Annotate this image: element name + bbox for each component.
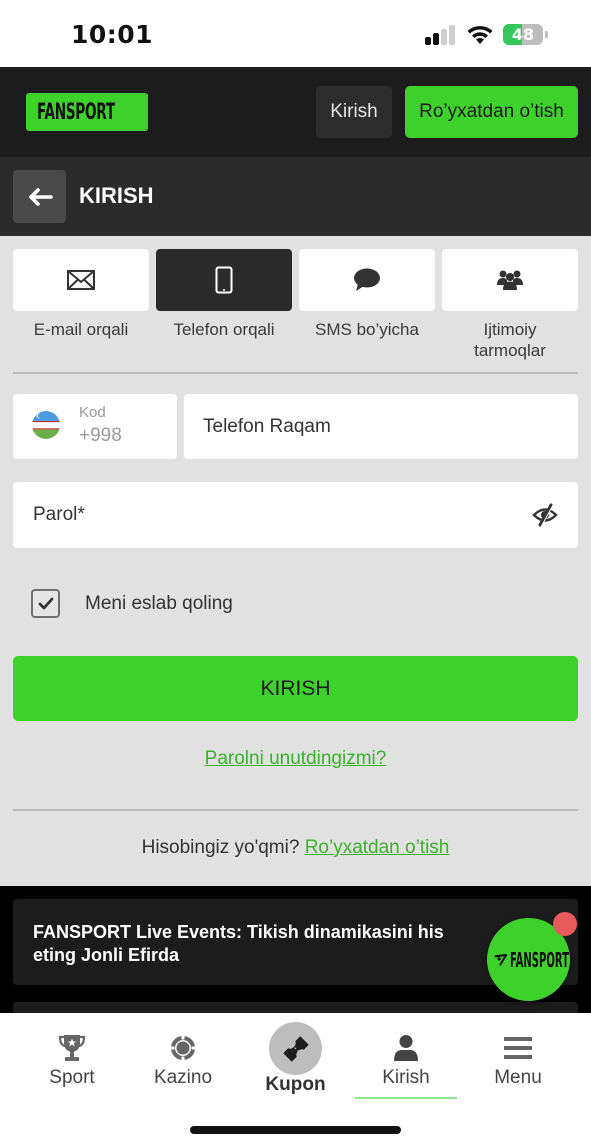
tab-email-box[interactable]: [13, 249, 149, 311]
password-input[interactable]: [13, 482, 513, 548]
tab-social[interactable]: Ijtimoiy tarmoqlar: [442, 249, 578, 361]
tab-phone-box[interactable]: [156, 249, 292, 311]
country-code-value: +998: [79, 425, 122, 446]
tab-social-box[interactable]: [442, 249, 578, 311]
tab-sms-box[interactable]: [299, 249, 435, 311]
nav-menu[interactable]: Menu: [463, 1013, 573, 1103]
register-link[interactable]: Ro’yxatdan o’tish: [305, 837, 450, 858]
status-bar: 10:01 48: [0, 0, 591, 67]
divider: [13, 372, 578, 374]
home-indicator[interactable]: [190, 1126, 401, 1134]
divider: [13, 809, 578, 811]
chat-bubble-icon: [354, 268, 380, 291]
status-time: 10:01: [71, 20, 154, 49]
tab-phone[interactable]: Telefon orqali: [156, 249, 292, 361]
battery-icon: 48: [503, 24, 543, 45]
fansport-logo-mark-icon: [493, 954, 507, 966]
battery-nub: [545, 31, 548, 38]
user-icon: [394, 1035, 418, 1061]
ticket-icon: [282, 1035, 309, 1062]
page-title: KIRISH: [79, 183, 154, 208]
casino-chip-icon: [171, 1036, 195, 1060]
site-header: FANSPORT Kirish Ro’yxatdan o’tish: [0, 67, 591, 157]
users-icon: [497, 270, 523, 290]
login-button[interactable]: Kirish: [316, 86, 392, 138]
arrow-left-icon: [28, 187, 53, 206]
nav-kirish[interactable]: Kirish: [351, 1013, 461, 1103]
battery-percent: 48: [511, 25, 535, 44]
trophy-icon: [58, 1035, 86, 1061]
password-field-wrapper: [13, 482, 578, 548]
remember-me[interactable]: Meni eslab qoling: [31, 589, 233, 618]
remember-me-checkbox[interactable]: [31, 589, 60, 618]
phone-icon: [215, 266, 233, 294]
tab-sms-label: SMS bo’yicha: [315, 320, 419, 339]
envelope-icon: [67, 270, 95, 290]
cellular-signal-icon: [425, 25, 457, 45]
nav-kupon[interactable]: [269, 1022, 322, 1075]
checkmark-icon: [38, 597, 53, 610]
logo-text: FANSPORT: [37, 99, 115, 125]
promo-text: FANSPORT Live Events: Tikish dinamikasin…: [33, 922, 444, 965]
tab-phone-label: Telefon orqali: [173, 320, 275, 339]
tab-email-label: E-mail orqali: [33, 320, 129, 339]
country-code-label: Kod: [79, 404, 106, 421]
country-code-select[interactable]: Kod +998: [13, 394, 177, 459]
fansport-logo[interactable]: FANSPORT: [26, 93, 148, 131]
uzbekistan-flag-icon: [32, 411, 60, 439]
forgot-password-link[interactable]: Parolni unutdingizmi?: [0, 748, 591, 770]
page-titlebar: KIRISH: [0, 157, 591, 236]
notification-badge: [553, 912, 577, 936]
login-submit-button[interactable]: KIRISH: [13, 656, 578, 721]
wifi-icon: [467, 25, 493, 44]
phone-number-input[interactable]: [184, 394, 578, 459]
tab-social-label: Ijtimoiy tarmoqlar: [474, 320, 546, 360]
login-method-tabs: E-mail orqali Telefon orqali SMS bo’yich…: [13, 249, 578, 361]
remember-me-label: Meni eslab qoling: [85, 592, 233, 614]
fab-logo-text: FANSPORT: [509, 947, 569, 972]
eye-slash-icon[interactable]: [532, 503, 558, 527]
register-button[interactable]: Ro’yxatdan o’tish: [405, 86, 578, 138]
tab-email[interactable]: E-mail orqali: [13, 249, 149, 361]
tab-sms[interactable]: SMS bo’yicha: [299, 249, 435, 361]
active-nav-indicator: [355, 1097, 457, 1099]
back-button[interactable]: [13, 170, 66, 223]
nav-kirish-label: Kirish: [382, 1067, 430, 1088]
nav-menu-label: Menu: [494, 1067, 542, 1088]
no-account-row: Hisobingiz yo'qmi? Ro’yxatdan o’tish: [0, 837, 591, 859]
no-account-text: Hisobingiz yo'qmi?: [141, 837, 300, 858]
hamburger-menu-icon: [504, 1037, 532, 1059]
